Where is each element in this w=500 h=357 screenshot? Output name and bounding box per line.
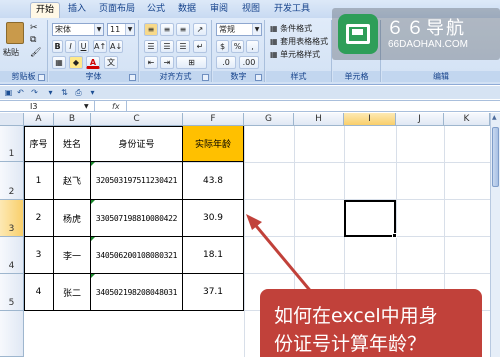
arrow-head	[246, 214, 262, 230]
callout-line-1: 如何在excel中用身	[274, 305, 438, 327]
callout-banner: 如何在excel中用身 份证号计算年龄？	[260, 289, 482, 357]
callout-line-2: 份证号计算年龄？	[274, 333, 427, 355]
